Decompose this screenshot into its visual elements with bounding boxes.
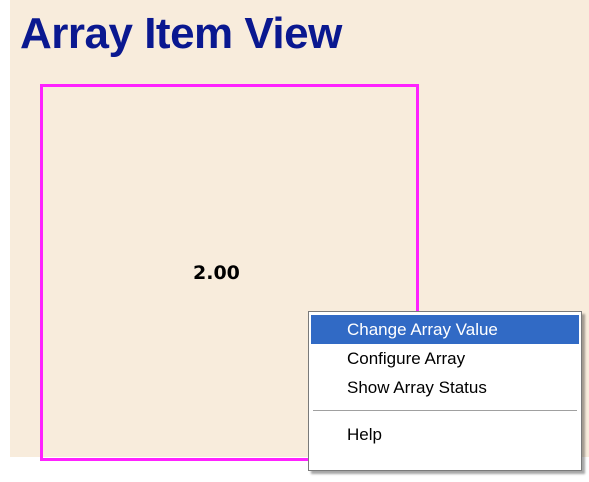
menu-separator — [313, 410, 577, 411]
menu-item-configure-array[interactable]: Configure Array — [311, 344, 579, 373]
array-item-value: 2.00 — [193, 262, 240, 284]
menu-item-help[interactable]: Help — [311, 420, 579, 449]
menu-item-show-array-status[interactable]: Show Array Status — [311, 373, 579, 402]
context-menu: Change Array Value Configure Array Show … — [308, 311, 582, 471]
page-title: Array Item View — [20, 9, 342, 58]
menu-item-change-array-value[interactable]: Change Array Value — [311, 315, 579, 344]
